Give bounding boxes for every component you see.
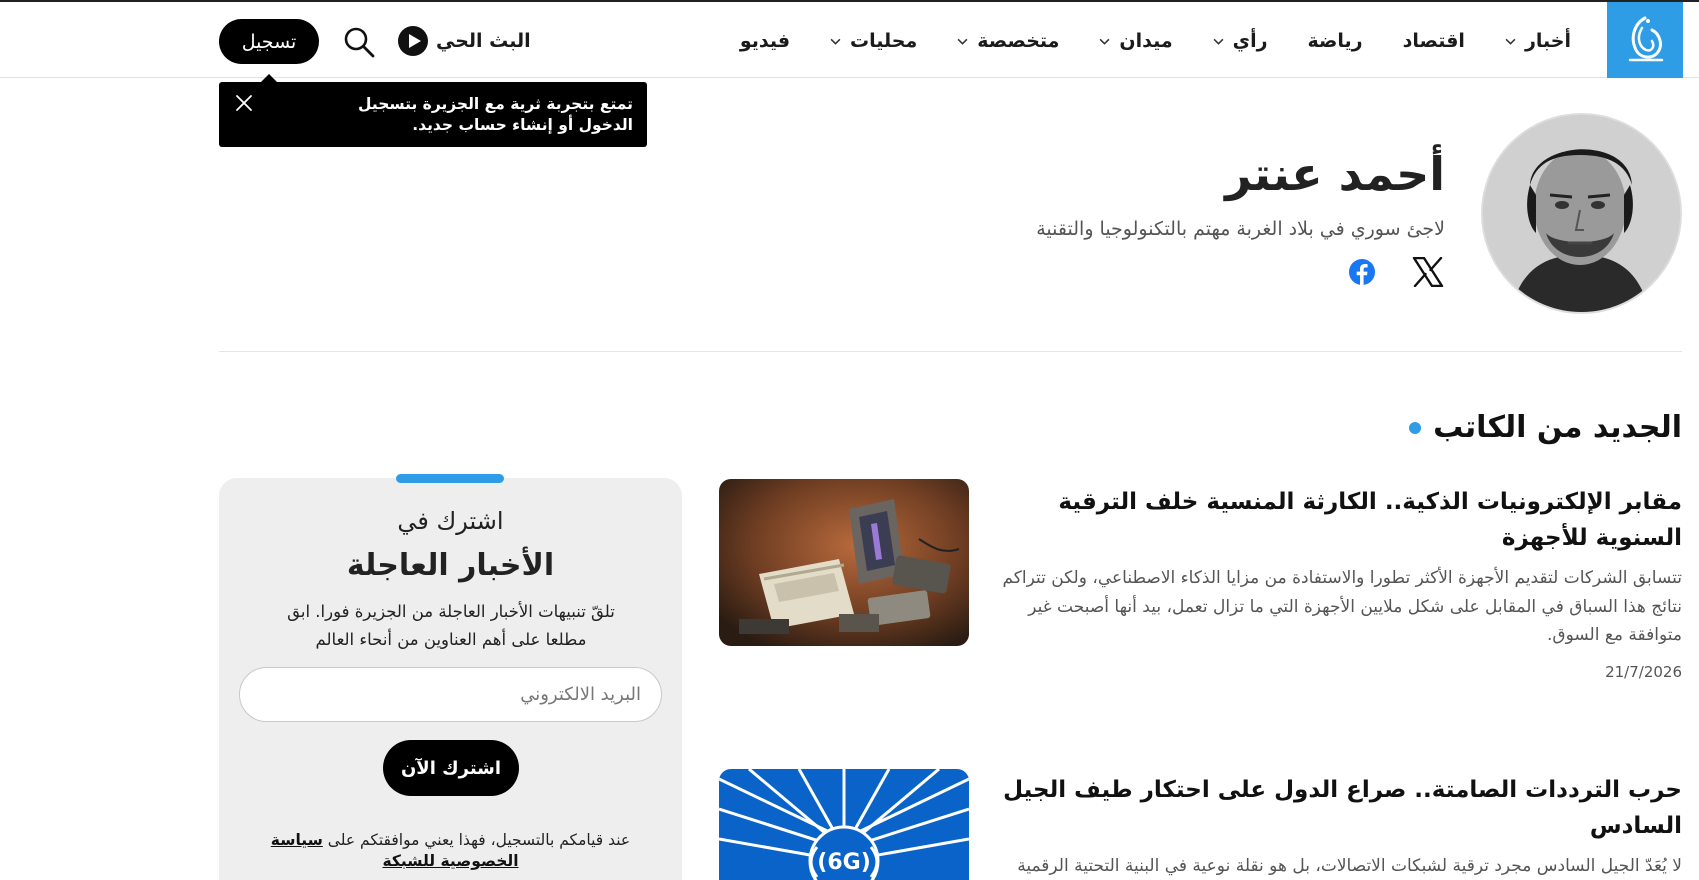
newsletter-description: تلقّ تنبيهات الأخبار العاجلة من الجزيرة …	[287, 602, 615, 649]
nav-item-label: رياضة	[1307, 30, 1363, 52]
nav-item-label: محليات	[850, 30, 918, 52]
signin-tooltip: تمتع بتجربة ثرية مع الجزيرة بتسجيل الدخو…	[219, 74, 647, 147]
section-divider	[219, 351, 1682, 352]
nav-item-label: رأي	[1232, 30, 1268, 52]
logo-mark	[1628, 16, 1664, 62]
play-icon	[398, 26, 428, 56]
nav-item-sports[interactable]: رياضة	[1308, 26, 1363, 56]
nav-item-label: متخصصة	[977, 30, 1060, 52]
register-button[interactable]: تسجيل	[219, 19, 319, 64]
article-thumbnail	[719, 479, 969, 646]
nav-item-opinion[interactable]: رأي	[1213, 26, 1268, 56]
article-card: مقابر الإلكترونيات الذكية.. الكارثة المن…	[997, 484, 1682, 681]
article-card: حرب الترددات الصامتة.. صراع الدول على اح…	[997, 772, 1682, 880]
accent-bar	[396, 474, 504, 483]
main-nav: أخبار اقتصاد رياضة رأي ميدان متخصصة محلي…	[700, 26, 1571, 56]
chevron-down-icon	[1099, 36, 1110, 47]
tooltip-text: تمتع بتجربة ثرية مع الجزيرة بتسجيل الدخو…	[358, 95, 633, 134]
live-stream-link[interactable]: البث الحي	[398, 26, 531, 56]
nav-item-video[interactable]: فيديو	[740, 26, 790, 56]
nav-item-label: ميدان	[1119, 30, 1173, 52]
nav-item-midan[interactable]: ميدان	[1099, 26, 1173, 56]
section-title-text: الجديد من الكاتب	[1433, 410, 1682, 445]
site-header: أخبار اقتصاد رياضة رأي ميدان متخصصة محلي…	[0, 0, 1699, 78]
chevron-down-icon	[830, 36, 841, 47]
chevron-down-icon	[957, 36, 968, 47]
section-title: الجديد من الكاتب	[1409, 410, 1682, 445]
nav-item-local[interactable]: محليات	[830, 26, 917, 56]
author-avatar	[1481, 113, 1682, 314]
nav-item-label: فيديو	[739, 30, 791, 52]
nav-item-label: أخبار	[1524, 30, 1571, 52]
subscribe-button[interactable]: اشترك الآن	[383, 740, 519, 796]
nav-item-economy[interactable]: اقتصاد	[1403, 26, 1465, 56]
facebook-icon[interactable]	[1348, 258, 1376, 286]
nav-item-news[interactable]: أخبار	[1505, 26, 1571, 56]
legal-text: عند قيامكم بالتسجيل، فهذا يعني موافقتكم …	[327, 831, 631, 849]
author-bio: لاجئ سوري في بلاد الغربة مهتم بالتكنولوج…	[1036, 218, 1445, 240]
email-field[interactable]	[239, 667, 662, 722]
chevron-down-icon	[1213, 36, 1224, 47]
search-icon[interactable]	[342, 25, 376, 59]
newsletter-legal: عند قيامكم بالتسجيل، فهذا يعني موافقتكم …	[239, 830, 662, 872]
electronic-waste-image[interactable]	[719, 479, 969, 646]
newsletter-card: اشترك في الأخبار العاجلة تلقّ تنبيهات ال…	[219, 474, 682, 880]
article-title[interactable]: مقابر الإلكترونيات الذكية.. الكارثة المن…	[997, 484, 1682, 556]
chevron-down-icon	[1505, 36, 1516, 47]
author-photo	[1483, 115, 1680, 312]
aljazeera-logo-icon[interactable]	[1607, 2, 1683, 78]
newsletter-subtitle: اشترك في	[397, 507, 504, 535]
x-icon[interactable]	[1412, 256, 1444, 288]
6g-label: (6G)	[817, 850, 871, 875]
article-excerpt: تتسابق الشركات لتقديم الأجهزة الأكثر تطو…	[1002, 568, 1682, 645]
article-date: 21/7/2026	[1605, 662, 1682, 681]
article-thumbnail: (6G)	[719, 769, 969, 880]
6g-network-image[interactable]: (6G)	[719, 769, 969, 880]
nav-item-specialized[interactable]: متخصصة	[957, 26, 1059, 56]
author-name: أحمد عنتر	[1225, 147, 1445, 201]
accent-dot	[1409, 421, 1422, 434]
newsletter-title: الأخبار العاجلة	[346, 548, 555, 583]
article-title[interactable]: حرب الترددات الصامتة.. صراع الدول على اح…	[997, 772, 1682, 844]
close-icon[interactable]	[233, 92, 255, 114]
nav-item-label: اقتصاد	[1402, 30, 1465, 52]
live-label: البث الحي	[436, 30, 531, 52]
article-excerpt: لا يُعَدّ الجيل السادس مجرد ترقية لشبكات…	[1017, 856, 1682, 876]
